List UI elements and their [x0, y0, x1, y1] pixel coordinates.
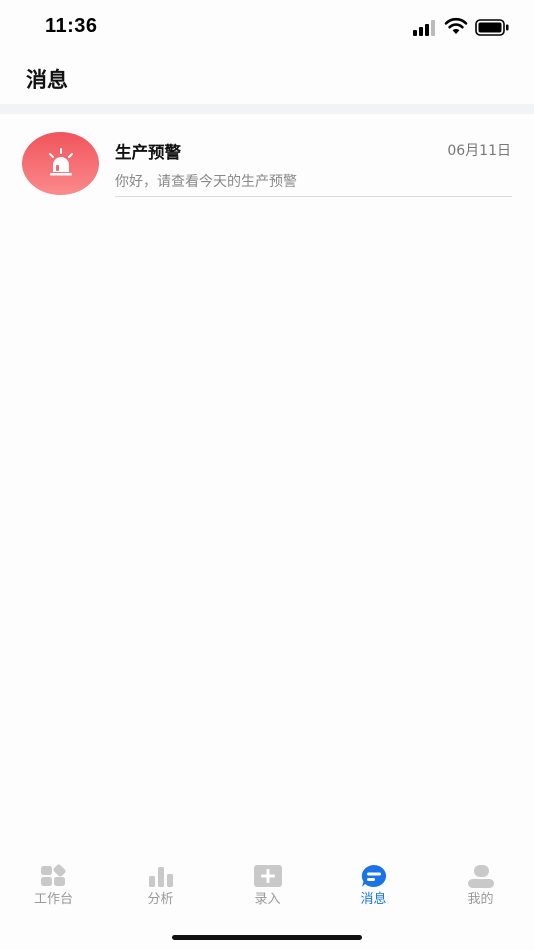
tab-label: 工作台 — [33, 892, 73, 907]
dashboard-icon — [40, 864, 66, 886]
message-item[interactable]: 生产预警 06月11日 你好，请查看今天的生产预警 — [0, 114, 534, 200]
cellular-signal-icon — [413, 20, 435, 36]
message-date: 06月11日 — [447, 143, 511, 159]
home-indicator — [172, 935, 362, 940]
tab-label: 分析 — [147, 892, 174, 907]
wifi-icon — [444, 17, 468, 34]
tab-label: 我的 — [467, 892, 494, 907]
status-time: 11:36 — [45, 15, 98, 37]
bar-chart-icon — [148, 867, 173, 887]
tab-workbench[interactable]: 工作台 — [0, 858, 107, 918]
message-avatar — [22, 132, 99, 195]
tab-entry[interactable]: 录入 — [214, 858, 321, 918]
tab-label: 录入 — [254, 892, 281, 907]
tab-profile[interactable]: 我的 — [427, 858, 534, 918]
add-entry-icon — [253, 865, 282, 887]
page-title: 消息 — [26, 68, 68, 92]
message-title: 生产预警 — [115, 143, 181, 162]
alarm-light-icon — [49, 148, 73, 176]
message-divider — [115, 196, 512, 197]
tab-messages[interactable]: 消息 — [320, 858, 427, 918]
message-icon — [361, 865, 386, 887]
status-bar: 11:36 — [0, 0, 534, 56]
profile-icon — [467, 865, 494, 888]
battery-icon — [475, 19, 509, 36]
tab-analysis[interactable]: 分析 — [107, 858, 214, 918]
header-divider — [0, 104, 534, 114]
tab-bar: 工作台 分析 录入 消息 我的 — [0, 858, 534, 918]
tab-label: 消息 — [360, 892, 387, 907]
message-preview: 你好，请查看今天的生产预警 — [115, 174, 297, 190]
